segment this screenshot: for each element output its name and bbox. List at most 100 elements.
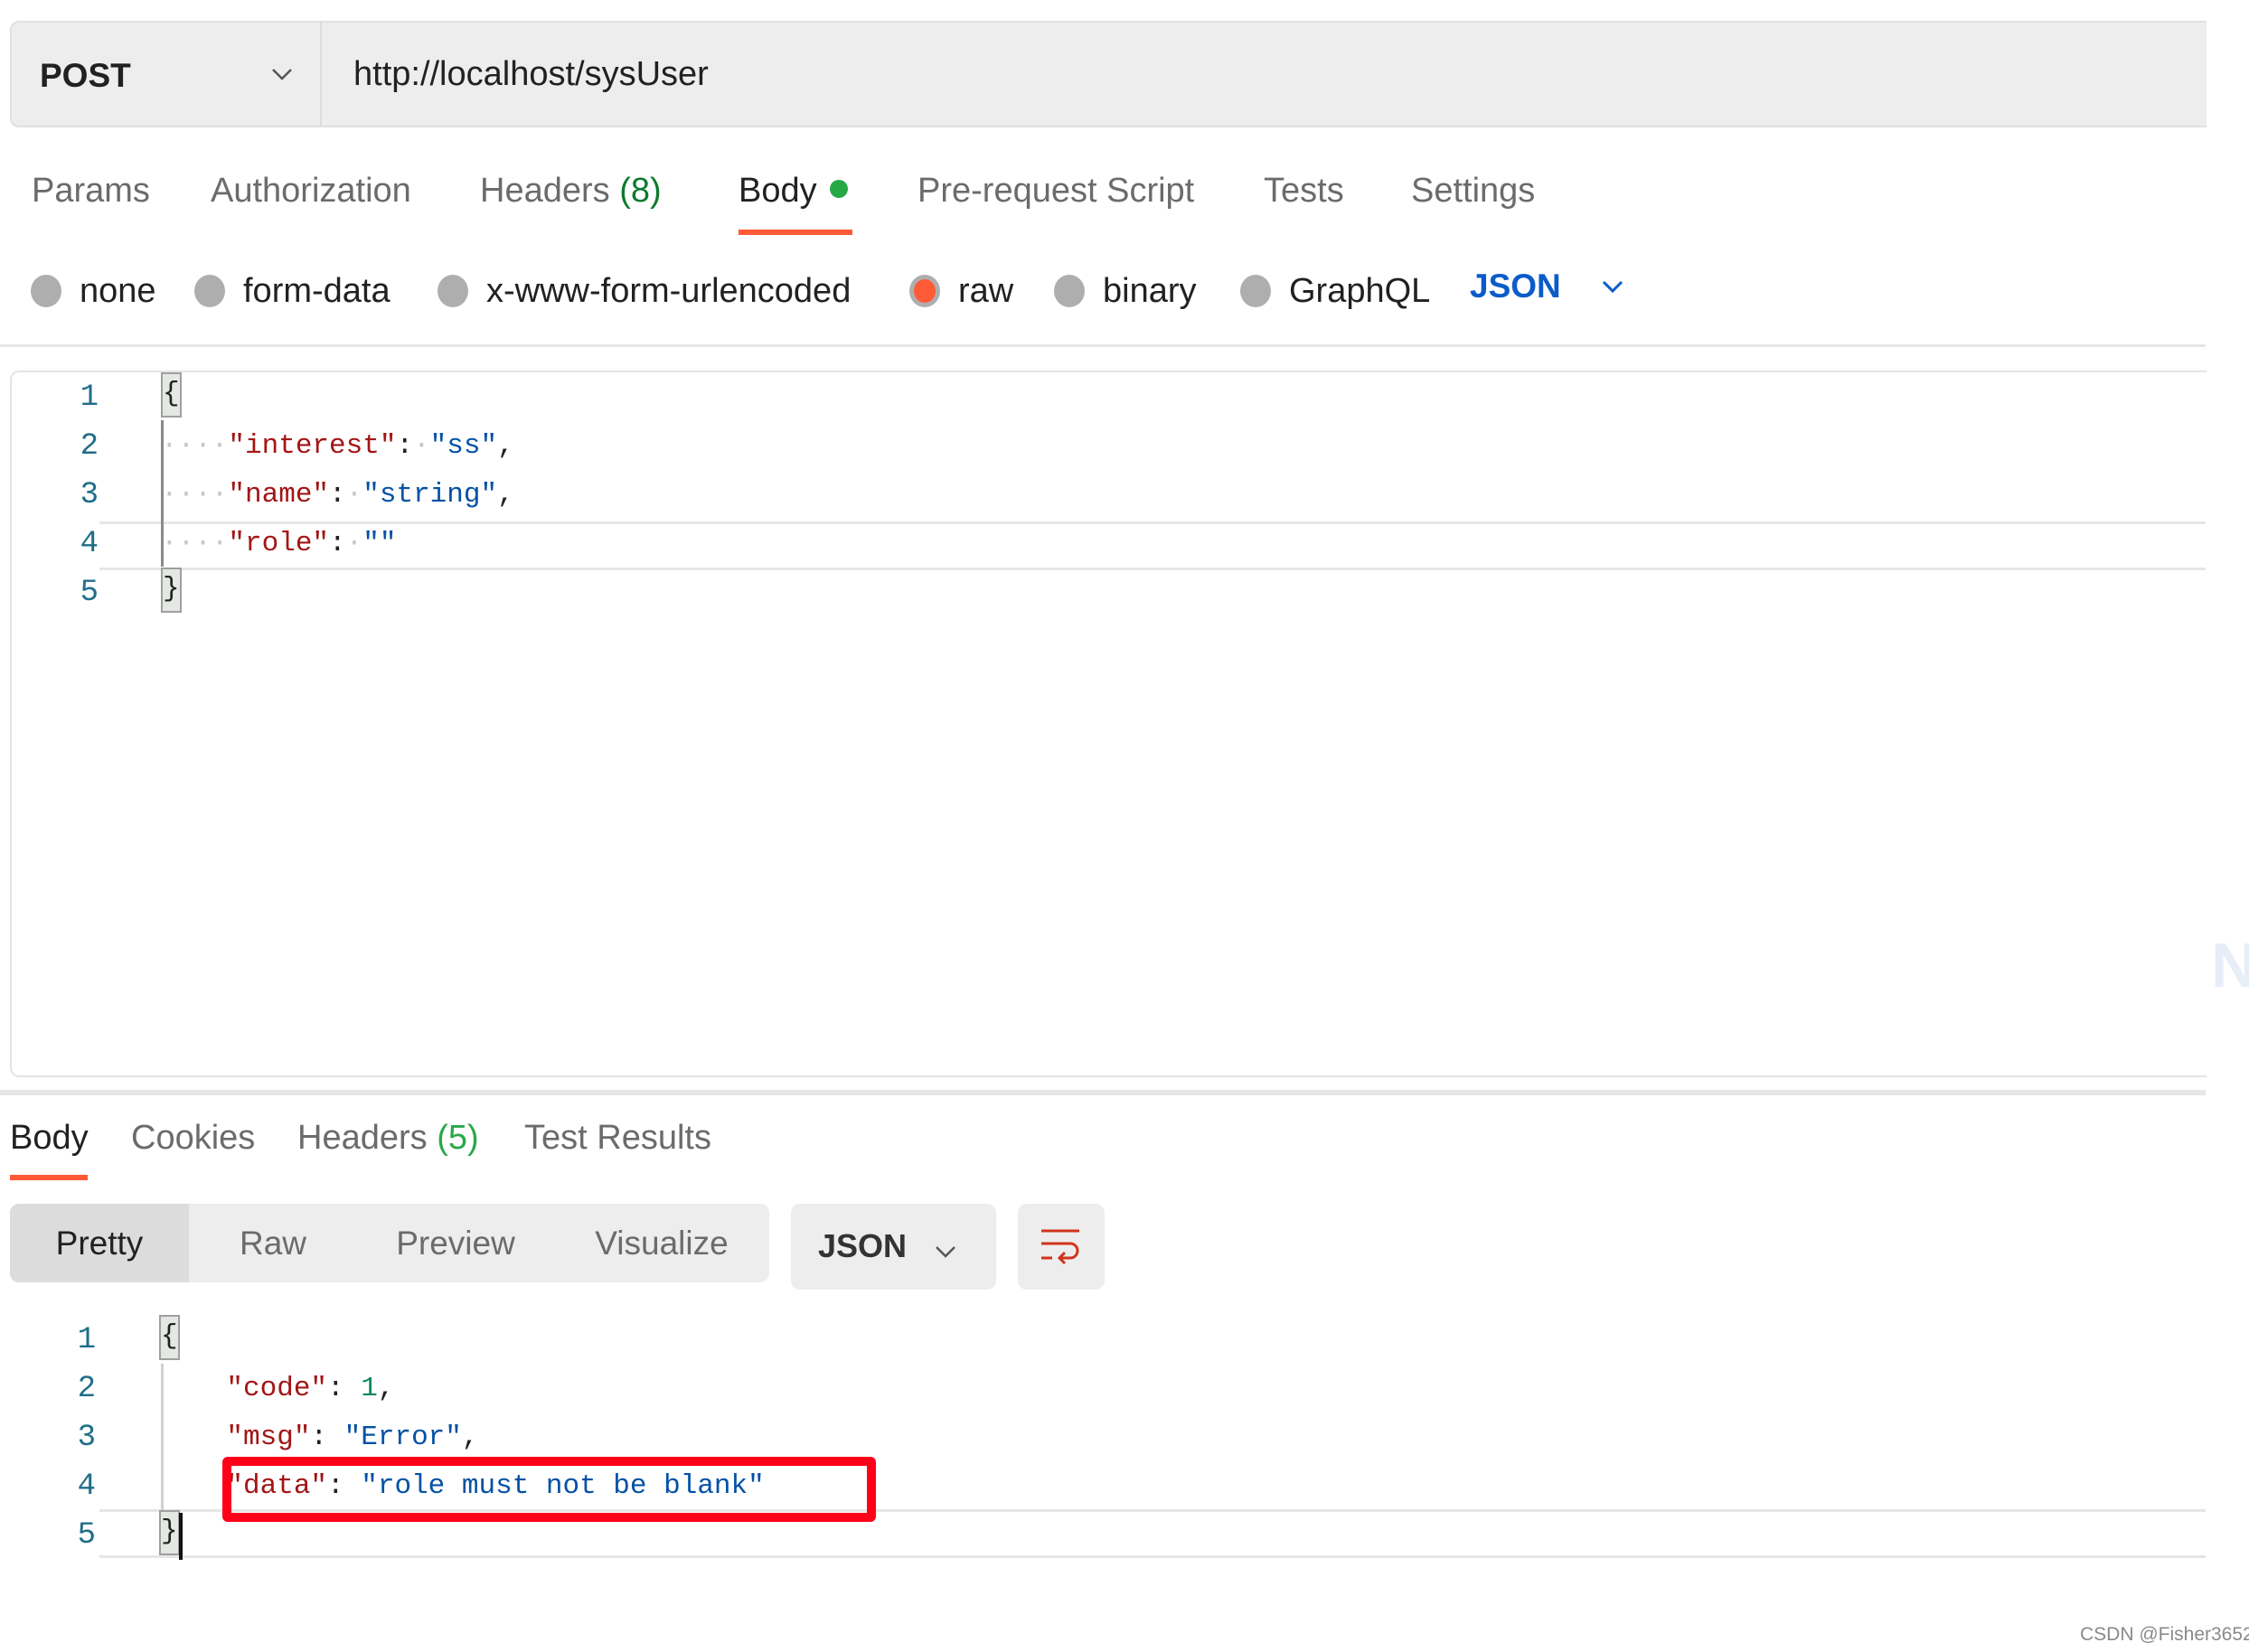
json-string: "Error" xyxy=(343,1422,462,1453)
radio-label: raw xyxy=(958,271,1014,310)
json-punctuation xyxy=(159,1470,226,1502)
bracket-match-highlight: } xyxy=(159,1509,180,1555)
response-format-label: JSON xyxy=(818,1227,908,1264)
annotation-highlight-box xyxy=(222,1457,876,1522)
json-punctuation xyxy=(159,1373,226,1404)
background-artifact: N xyxy=(2211,930,2249,1000)
url-input[interactable] xyxy=(353,55,2071,94)
code-text: ····"role":·"" xyxy=(161,520,396,568)
code-text: ····"interest":·"ss", xyxy=(161,422,514,471)
line-number: 4 xyxy=(80,527,99,561)
line-number: 2 xyxy=(80,429,99,464)
whitespace-marker: ···· xyxy=(161,528,229,559)
code-line: 2 "code": 1, xyxy=(0,1365,2197,1413)
radio-label: binary xyxy=(1103,271,1197,310)
pane-resize-divider[interactable] xyxy=(0,1090,2206,1095)
tab-label: Tests xyxy=(1264,172,1344,210)
json-string: "ss" xyxy=(429,430,498,462)
whitespace-marker: · xyxy=(345,479,363,511)
tab-headers[interactable]: Headers (8) xyxy=(480,172,662,211)
view-mode-visualize[interactable]: Visualize xyxy=(554,1204,769,1282)
active-response-tab-indicator xyxy=(10,1175,88,1180)
radio-graphql[interactable]: GraphQL xyxy=(1240,271,1430,311)
response-tab-headers[interactable]: Headers (5) xyxy=(297,1119,479,1158)
line-number: 3 xyxy=(80,478,99,512)
json-punctuation: , xyxy=(461,1422,479,1453)
method-label: POST xyxy=(40,57,131,94)
modified-dot-icon xyxy=(829,179,848,198)
chevron-down-icon xyxy=(936,1246,955,1258)
chevron-down-icon xyxy=(272,69,292,80)
response-tab-cookies[interactable]: Cookies xyxy=(131,1119,255,1158)
radio-circle-icon xyxy=(1054,275,1085,307)
json-key: "role" xyxy=(228,528,330,559)
divider xyxy=(0,344,2206,347)
radio-label: form-data xyxy=(243,271,391,310)
tab-authorization[interactable]: Authorization xyxy=(211,172,411,211)
tab-tests[interactable]: Tests xyxy=(1264,172,1344,211)
code-text: { xyxy=(159,1314,180,1365)
request-url-bar: POST xyxy=(10,21,2207,127)
view-mode-raw[interactable]: Raw xyxy=(189,1204,357,1282)
radio-circle-icon xyxy=(438,275,468,307)
radio-circle-icon xyxy=(1240,275,1271,307)
tab-label: Body xyxy=(10,1119,89,1157)
tab-label: Pre-request Script xyxy=(917,172,1195,210)
json-punctuation: : xyxy=(310,1422,344,1453)
radio-form-data[interactable]: form-data xyxy=(194,271,391,311)
radio-x-www-form-urlencoded[interactable]: x-www-form-urlencoded xyxy=(438,271,851,311)
raw-language-label: JSON xyxy=(1470,268,1561,305)
code-text: { xyxy=(161,371,182,422)
method-select[interactable]: POST xyxy=(12,23,322,126)
headers-count: (8) xyxy=(619,172,662,210)
raw-language-select[interactable]: JSON xyxy=(1470,268,1624,305)
code-text: ····"name":·"string", xyxy=(161,471,514,520)
view-mode-preview[interactable]: Preview xyxy=(357,1204,554,1282)
json-key: "code" xyxy=(226,1373,328,1404)
json-string: "" xyxy=(362,528,397,559)
whitespace-marker: · xyxy=(413,430,430,462)
whitespace-marker: · xyxy=(345,528,363,559)
tab-body[interactable]: Body xyxy=(739,172,848,211)
radio-selected-icon xyxy=(909,275,940,307)
radio-label: GraphQL xyxy=(1289,271,1431,310)
whitespace-marker: ···· xyxy=(161,430,229,462)
tab-settings[interactable]: Settings xyxy=(1411,172,1535,211)
bracket-match-highlight: { xyxy=(161,371,182,418)
radio-none[interactable]: none xyxy=(31,271,156,311)
json-number: 1 xyxy=(361,1373,378,1404)
code-line: 5} xyxy=(0,567,2197,617)
radio-raw[interactable]: raw xyxy=(909,271,1013,311)
view-mode-pretty[interactable]: Pretty xyxy=(10,1204,189,1282)
line-number: 3 xyxy=(77,1421,96,1455)
json-punctuation xyxy=(159,1422,226,1453)
tab-params[interactable]: Params xyxy=(32,172,150,211)
wrap-lines-button[interactable] xyxy=(1018,1204,1105,1290)
chevron-down-icon xyxy=(1602,280,1623,294)
bracket-match-highlight: { xyxy=(159,1314,180,1360)
json-string: "string" xyxy=(362,479,498,511)
code-line: 3 "msg": "Error", xyxy=(0,1413,2197,1462)
response-tab-test-results[interactable]: Test Results xyxy=(524,1119,711,1158)
tab-label: Headers xyxy=(297,1119,428,1157)
line-number: 5 xyxy=(80,576,99,610)
tab-label: Params xyxy=(32,172,150,210)
code-line: 2 ····"interest":·"ss", xyxy=(0,422,2197,471)
json-punctuation: , xyxy=(497,430,514,462)
line-number: 1 xyxy=(77,1323,96,1357)
response-tab-body[interactable]: Body xyxy=(10,1119,89,1158)
radio-label: none xyxy=(80,271,156,310)
wrap-lines-icon xyxy=(1041,1229,1079,1265)
json-punctuation: : xyxy=(327,1373,362,1404)
whitespace-marker: ···· xyxy=(161,479,229,511)
code-line: 1{ xyxy=(0,371,2197,422)
text-cursor xyxy=(179,1513,183,1560)
code-text: "msg": "Error", xyxy=(159,1413,479,1462)
json-punctuation: , xyxy=(497,479,514,511)
view-mode-segmented-control: Pretty Raw Preview Visualize xyxy=(10,1204,769,1282)
code-text: "code": 1, xyxy=(159,1365,394,1413)
tab-label: Body xyxy=(739,172,817,210)
response-format-select[interactable]: JSON xyxy=(791,1204,996,1290)
radio-binary[interactable]: binary xyxy=(1054,271,1197,311)
tab-pre-request-script[interactable]: Pre-request Script xyxy=(917,172,1194,211)
